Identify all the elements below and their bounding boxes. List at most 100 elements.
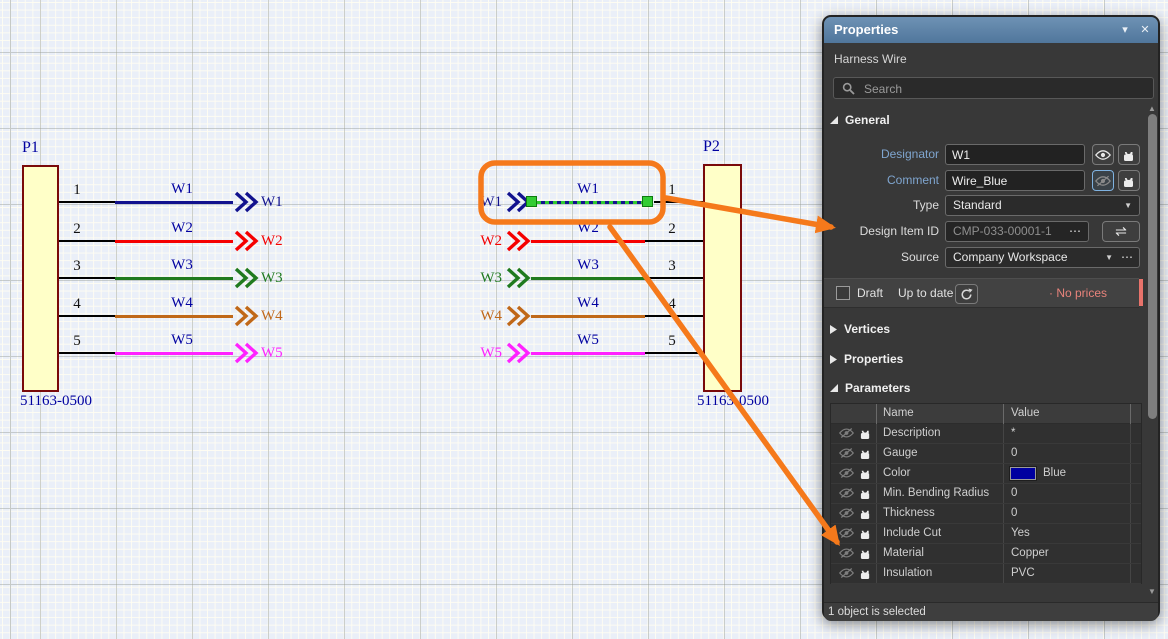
lock-icon[interactable] <box>860 447 871 460</box>
parameter-row[interactable]: MaterialCopper <box>831 544 1141 564</box>
selection-handle[interactable] <box>642 196 653 207</box>
comment-visibility-button[interactable] <box>1092 170 1114 191</box>
harness-entry-label[interactable]: W1 <box>468 192 502 212</box>
harness-entry-chevron-icon[interactable] <box>233 191 259 218</box>
lock-icon[interactable] <box>860 527 871 540</box>
harness-entry-label[interactable]: W4 <box>261 306 283 326</box>
wire-segment[interactable] <box>59 201 115 203</box>
designator-visibility-button[interactable] <box>1092 144 1114 165</box>
wire-net-label[interactable]: W4 <box>156 295 208 312</box>
harness-entry-label[interactable]: W3 <box>261 268 283 288</box>
harness-entry-chevron-icon[interactable] <box>233 305 259 332</box>
visibility-off-icon[interactable] <box>839 447 854 459</box>
more-icon[interactable]: ⋯ <box>1069 222 1082 241</box>
harness-entry-chevron-icon[interactable] <box>505 342 531 369</box>
wire-segment[interactable] <box>531 277 645 280</box>
connector-part-number[interactable]: 51163-0500 <box>20 393 92 410</box>
lock-icon[interactable] <box>860 487 871 500</box>
harness-entry-chevron-icon[interactable] <box>233 267 259 294</box>
type-dropdown[interactable]: Standard ▼ <box>945 195 1140 216</box>
wire-segment[interactable] <box>654 201 703 203</box>
visibility-off-icon[interactable] <box>839 507 854 519</box>
visibility-off-icon[interactable] <box>839 467 854 479</box>
harness-entry-label[interactable]: W4 <box>468 306 502 326</box>
harness-entry-chevron-icon[interactable] <box>233 342 259 369</box>
harness-entry-label[interactable]: W5 <box>261 343 283 363</box>
lock-icon[interactable] <box>860 547 871 560</box>
harness-entry-chevron-icon[interactable] <box>233 230 259 257</box>
harness-entry-label[interactable]: W2 <box>261 231 283 251</box>
connector-box[interactable] <box>703 164 742 392</box>
parameter-row[interactable]: InsulationPVC <box>831 564 1141 584</box>
panel-header[interactable]: Properties ▾ ✕ <box>824 17 1158 43</box>
connector-box[interactable] <box>22 165 59 392</box>
connector-part-number[interactable]: 51163-0500 <box>697 393 769 410</box>
visibility-off-icon[interactable] <box>839 567 854 579</box>
visibility-off-icon[interactable] <box>839 547 854 559</box>
lock-icon[interactable] <box>860 427 871 440</box>
wire-segment[interactable] <box>645 277 703 279</box>
wire-net-label[interactable]: W4 <box>562 295 614 312</box>
parameter-row[interactable]: Gauge0 <box>831 444 1141 464</box>
wire-segment[interactable] <box>645 352 703 354</box>
wire-net-label[interactable]: W1 <box>562 181 614 198</box>
parameter-row[interactable]: Thickness0 <box>831 504 1141 524</box>
wire-segment[interactable] <box>59 277 115 279</box>
wire-net-label[interactable]: W3 <box>156 257 208 274</box>
harness-entry-chevron-icon[interactable] <box>505 267 531 294</box>
close-icon[interactable]: ✕ <box>1136 17 1154 43</box>
wire-segment[interactable] <box>115 240 233 243</box>
harness-entry-chevron-icon[interactable] <box>505 305 531 332</box>
draft-checkbox[interactable] <box>836 286 850 300</box>
harness-entry-label[interactable]: W3 <box>468 268 502 288</box>
column-header-value[interactable]: Value <box>1011 404 1040 423</box>
wire-segment[interactable] <box>531 240 645 243</box>
design-item-id-field[interactable]: CMP-033-00001-1 ⋯ <box>945 221 1089 242</box>
panel-menu-icon[interactable]: ▾ <box>1116 17 1134 43</box>
wire-net-label[interactable]: W1 <box>156 181 208 198</box>
parameter-row[interactable]: Include CutYes <box>831 524 1141 544</box>
wire-segment[interactable] <box>59 240 115 242</box>
more-icon[interactable]: ⋯ <box>1121 248 1134 267</box>
wire-segment[interactable] <box>59 315 115 317</box>
visibility-off-icon[interactable] <box>839 487 854 499</box>
wire-net-label[interactable]: W3 <box>562 257 614 274</box>
harness-entry-label[interactable]: W2 <box>468 231 502 251</box>
section-general[interactable]: General <box>830 113 890 127</box>
wire-segment[interactable] <box>531 352 645 355</box>
lock-icon[interactable] <box>860 567 871 580</box>
connector-designator[interactable]: P1 <box>22 139 39 157</box>
comment-lock-button[interactable] <box>1118 170 1140 191</box>
visibility-off-icon[interactable] <box>839 527 854 539</box>
column-header-name[interactable]: Name <box>883 404 914 423</box>
parameter-row[interactable]: Description* <box>831 424 1141 444</box>
wire-net-label[interactable]: W5 <box>562 332 614 349</box>
lock-icon[interactable] <box>860 467 871 480</box>
designator-lock-button[interactable] <box>1118 144 1140 165</box>
harness-entry-label[interactable]: W5 <box>468 343 502 363</box>
section-parameters[interactable]: Parameters <box>830 381 910 395</box>
wire-segment[interactable] <box>115 201 233 204</box>
search-input[interactable] <box>862 79 1146 99</box>
lock-icon[interactable] <box>860 507 871 520</box>
parameter-row[interactable]: Min. Bending Radius0 <box>831 484 1141 504</box>
wire-net-label[interactable]: W2 <box>562 220 614 237</box>
search-box[interactable] <box>833 77 1154 99</box>
wire-net-label[interactable]: W5 <box>156 332 208 349</box>
section-vertices[interactable]: Vertices <box>830 322 890 336</box>
selection-handle[interactable] <box>526 196 537 207</box>
refresh-button[interactable] <box>955 284 978 304</box>
harness-entry-label[interactable]: W1 <box>261 192 283 212</box>
wire-net-label[interactable]: W2 <box>156 220 208 237</box>
wire-segment[interactable] <box>115 352 233 355</box>
wire-segment[interactable] <box>59 352 115 354</box>
harness-entry-chevron-icon[interactable] <box>505 230 531 257</box>
comment-input[interactable] <box>945 170 1085 191</box>
source-dropdown[interactable]: Company Workspace ▼ ⋯ <box>945 247 1140 268</box>
wire-segment[interactable] <box>645 315 703 317</box>
connector-designator[interactable]: P2 <box>703 138 720 156</box>
scroll-down-icon[interactable]: ▼ <box>1146 588 1158 596</box>
choose-component-button[interactable]: ⇌ <box>1102 221 1140 242</box>
wire-segment[interactable] <box>645 240 703 242</box>
designator-input[interactable] <box>945 144 1085 165</box>
